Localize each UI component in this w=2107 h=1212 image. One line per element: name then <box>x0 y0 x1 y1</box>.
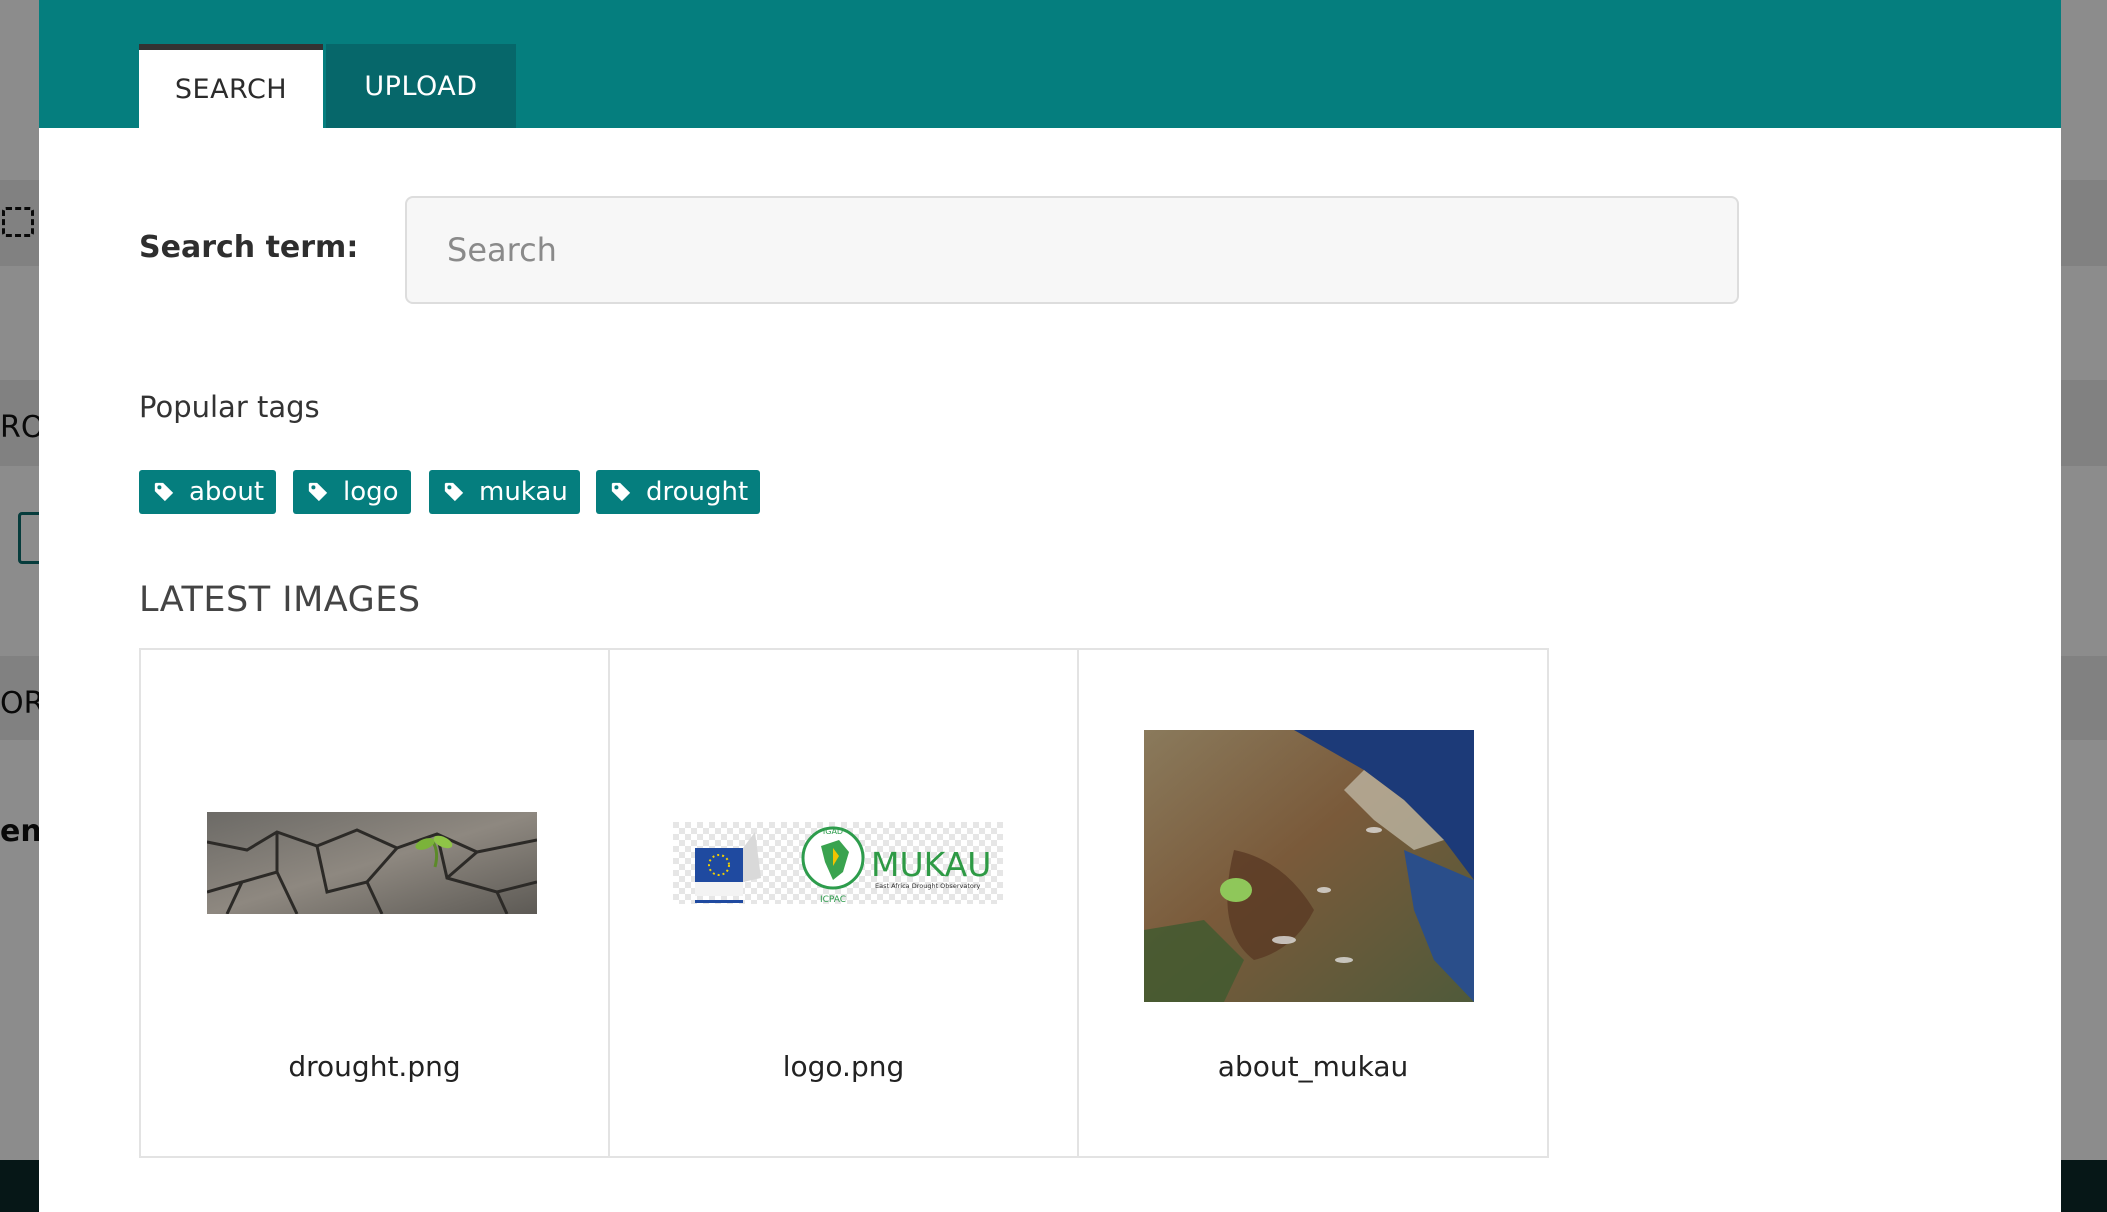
image-caption: logo.png <box>782 1050 905 1083</box>
tag-icon <box>153 481 175 503</box>
tag-icon <box>307 481 329 503</box>
tag-label: logo <box>343 477 399 507</box>
latest-images-title: LATEST IMAGES <box>139 580 421 620</box>
tab-search[interactable]: SEARCH <box>139 44 323 128</box>
modal-header: SEARCH UPLOAD <box>39 0 2061 128</box>
logo-subtitle-text: East Africa Drought Observatory <box>875 882 981 890</box>
tag-mukau[interactable]: mukau <box>429 470 580 514</box>
tag-label: about <box>189 477 265 507</box>
search-input[interactable] <box>405 196 1739 304</box>
tag-logo[interactable]: logo <box>293 470 411 514</box>
image-caption: about_mukau <box>1217 1050 1409 1083</box>
image-picker-modal: SEARCH UPLOAD Search term: Popular tags … <box>39 0 2061 1212</box>
image-caption: drought.png <box>288 1050 461 1083</box>
tag-icon <box>443 481 465 503</box>
image-card-drought[interactable]: drought.png <box>141 650 610 1156</box>
logo-igad-text: IGAD <box>823 827 843 836</box>
tag-icon <box>610 481 632 503</box>
image-card-logo[interactable]: IGAD ICPAC MUKAU East Africa Drought Obs… <box>610 650 1079 1156</box>
image-thumbnail-logo: IGAD ICPAC MUKAU East Africa Drought Obs… <box>673 822 1003 904</box>
image-thumbnail-about-mukau <box>1144 730 1474 1002</box>
image-thumbnail-drought <box>207 812 537 914</box>
logo-icpac-text: ICPAC <box>820 895 846 904</box>
logo-brand-text: MUKAU <box>871 845 991 884</box>
image-card-about-mukau[interactable]: about_mukau <box>1079 650 1547 1156</box>
popular-tags-title: Popular tags <box>139 390 320 424</box>
tag-label: drought <box>646 477 749 507</box>
search-term-label: Search term: <box>139 230 359 265</box>
tag-drought[interactable]: drought <box>596 470 761 514</box>
tag-label: mukau <box>479 477 568 507</box>
tab-upload[interactable]: UPLOAD <box>326 44 516 128</box>
tag-about[interactable]: about <box>139 470 277 514</box>
latest-images-grid: drought.png IGAD ICPAC MUKAU East Africa… <box>139 648 1549 1158</box>
